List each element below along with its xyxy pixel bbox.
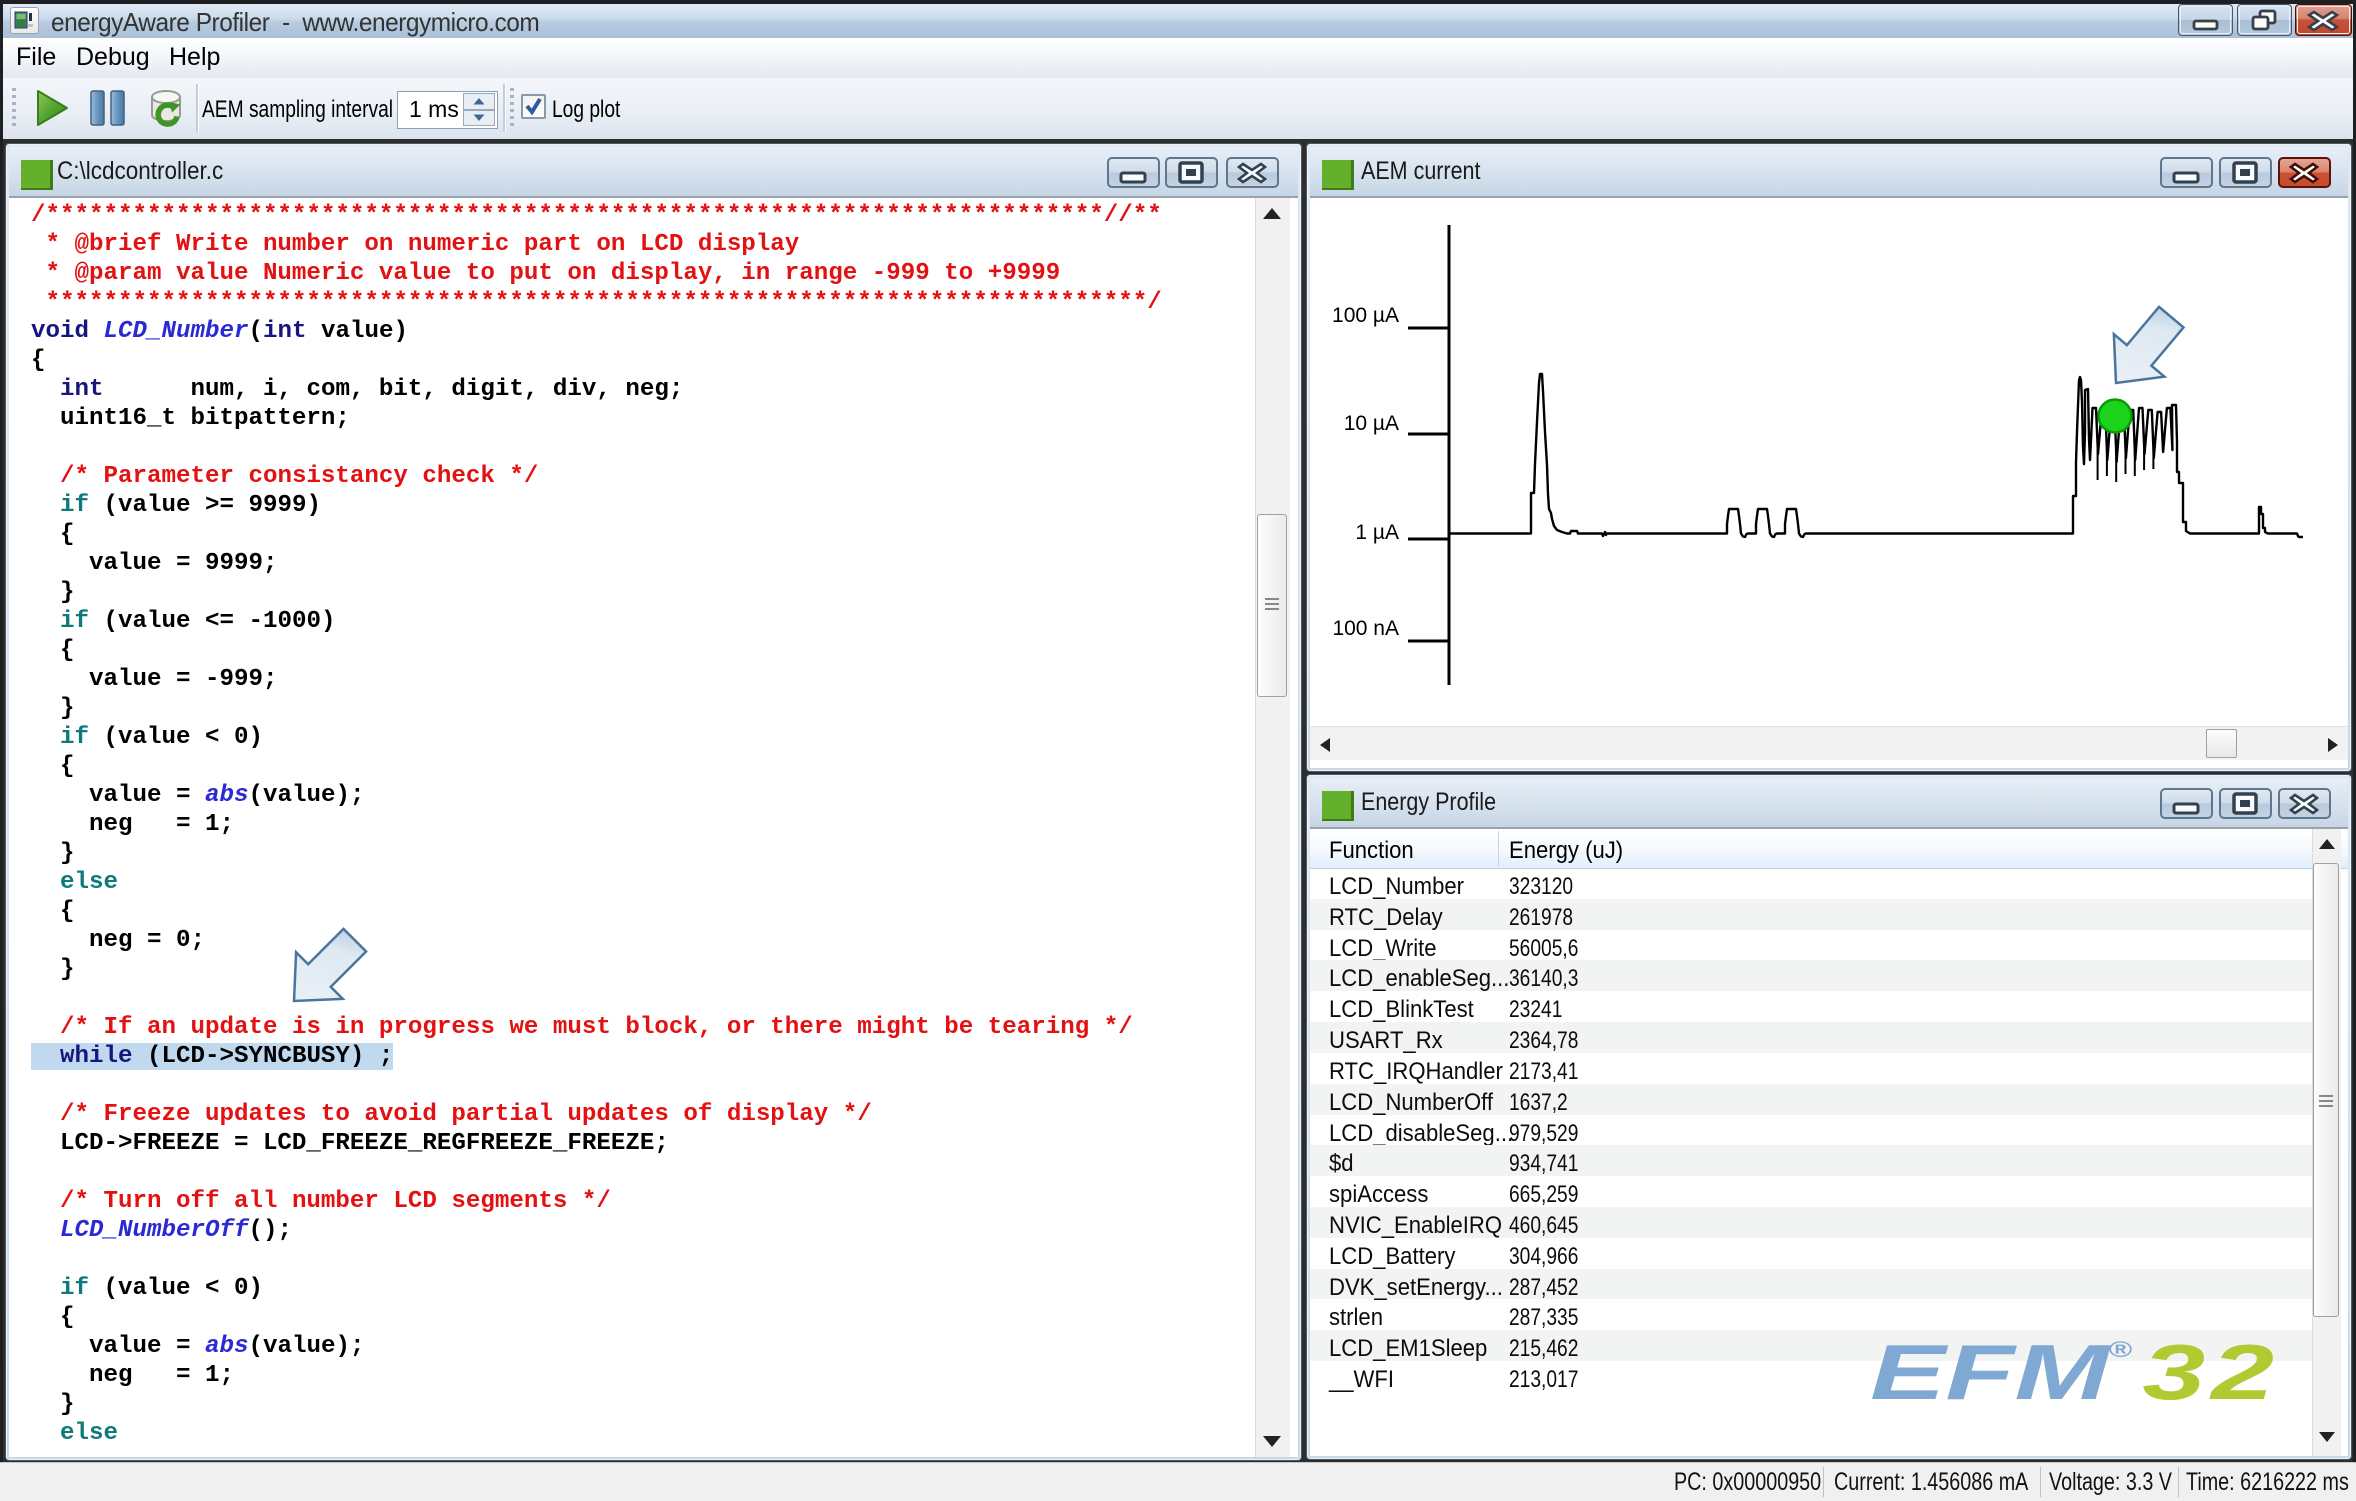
svg-text:10 µA: 10 µA	[1344, 412, 1399, 435]
svg-text:100 µA: 100 µA	[1332, 304, 1399, 327]
svg-text:1 µA: 1 µA	[1355, 521, 1399, 544]
svg-text:100 nA: 100 nA	[1332, 617, 1399, 640]
